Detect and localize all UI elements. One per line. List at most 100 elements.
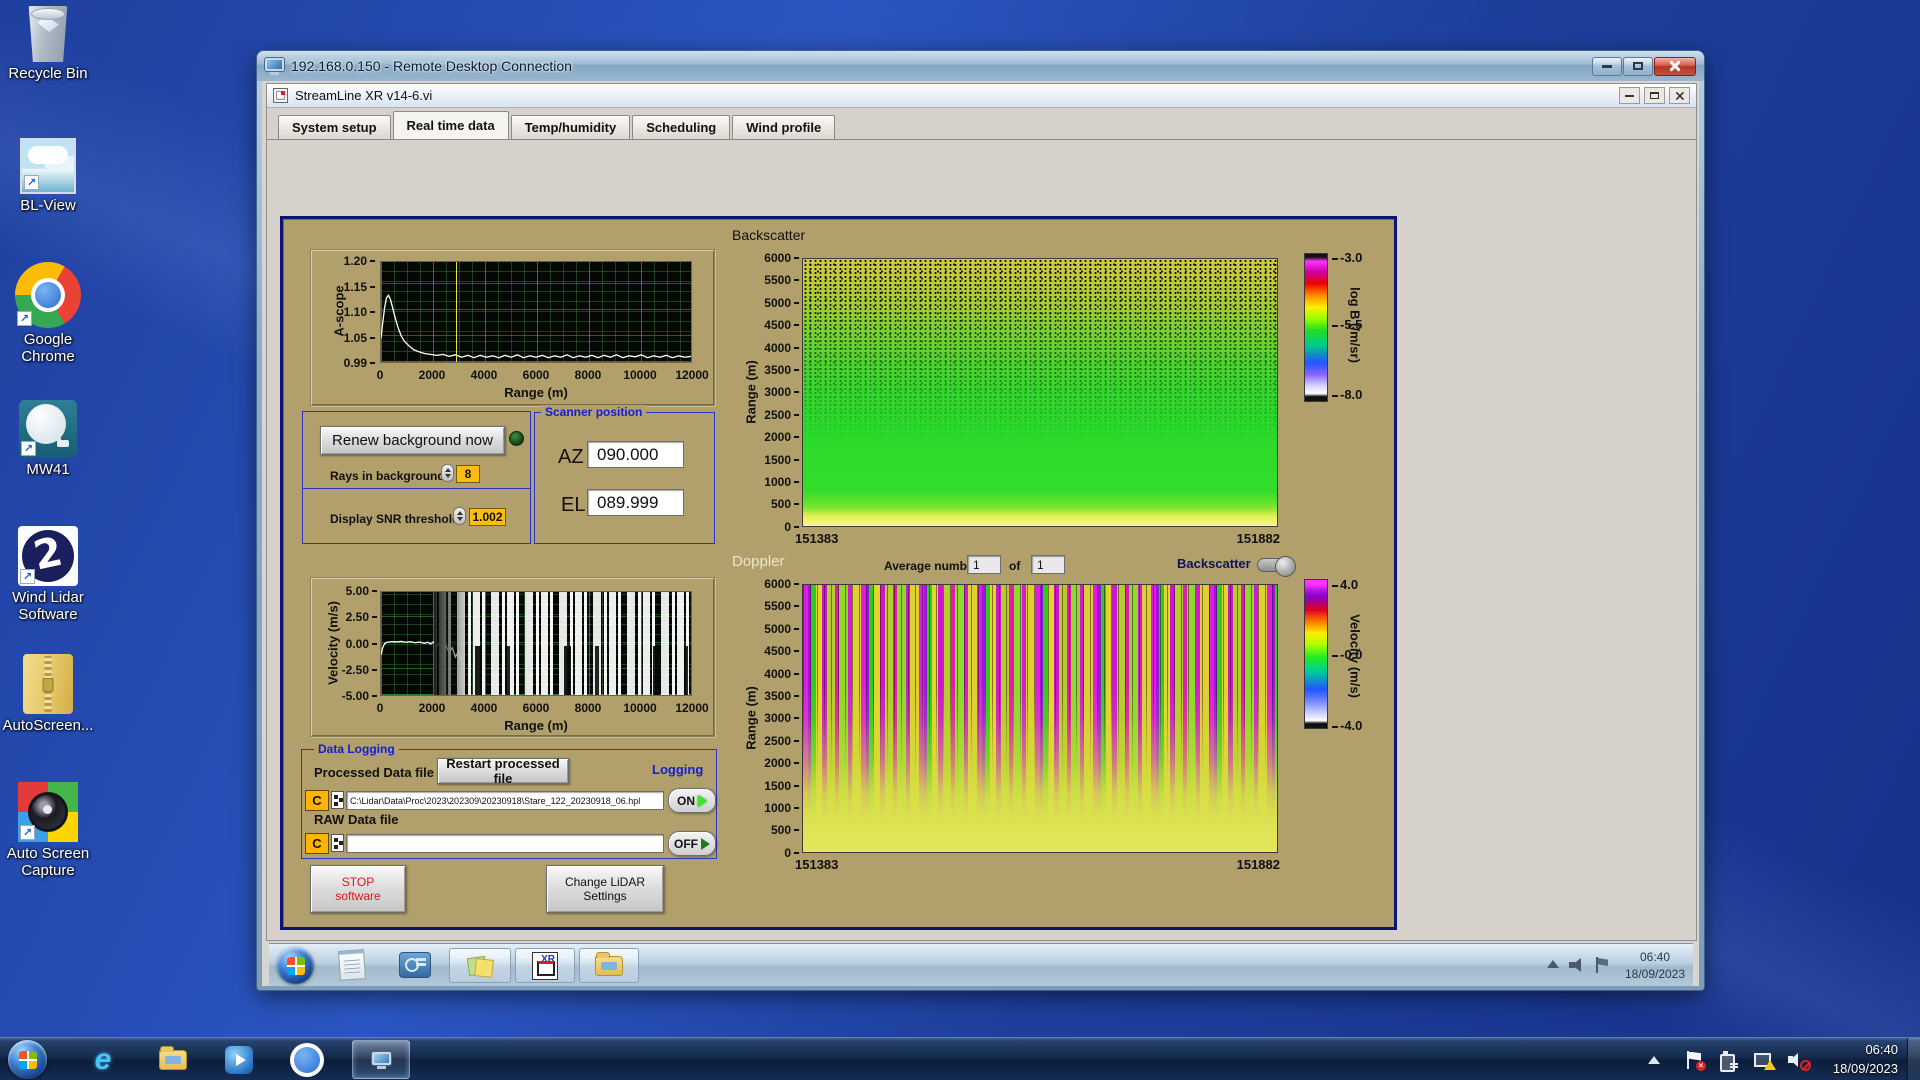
vi-file-icon — [273, 88, 288, 103]
taskbar-button-rdp-active[interactable] — [352, 1040, 410, 1079]
x-tick: 6000 — [522, 701, 550, 715]
rays-value[interactable]: 8 — [456, 465, 480, 483]
remote-desktop-view: StreamLine XR v14-6.vi System setup Real… — [262, 81, 1699, 986]
maximize-button[interactable] — [1623, 56, 1653, 76]
labview-xr-icon: XR — [532, 951, 558, 980]
desktop-icon-wind-lidar[interactable]: ↗ Wind Lidar Software — [0, 526, 96, 624]
x-tick: 0 — [376, 368, 384, 382]
desktop-icon-autoscreen-zip[interactable]: AutoScreen... — [0, 654, 96, 734]
app-titlebar[interactable]: StreamLine XR v14-6.vi — [267, 84, 1696, 108]
renew-background-button[interactable]: Renew background now — [320, 426, 505, 455]
tab-temp-humidity[interactable]: Temp/humidity — [510, 115, 631, 139]
drive-badge[interactable]: C — [305, 833, 329, 854]
volume-icon[interactable] — [1569, 958, 1585, 972]
action-center-flag-icon[interactable] — [1595, 957, 1609, 973]
processed-path-field[interactable]: C:\Lidar\Data\Proc\2023\202309\20230918\… — [346, 791, 664, 810]
action-center-flag[interactable]: × — [1686, 1038, 1706, 1080]
volume-muted-icon[interactable] — [1788, 1038, 1811, 1080]
taskbar-button-notes[interactable] — [449, 948, 511, 983]
el-label: EL — [561, 494, 586, 516]
file-explorer-icon[interactable] — [156, 1044, 190, 1076]
show-desktop-button[interactable] — [1907, 1038, 1920, 1080]
average-of-field[interactable]: 1 — [1031, 555, 1065, 574]
folder-icon — [595, 951, 623, 976]
ascope-plot — [380, 261, 692, 363]
auto-screen-capture-icon: ↗ — [18, 782, 78, 842]
processed-logging-on-button[interactable]: ON — [668, 788, 716, 813]
background-controls-group: Renew background now Rays in background … — [302, 411, 531, 544]
desktop-icon-google-chrome[interactable]: ↗ Google Chrome — [0, 262, 96, 366]
y-tick: 2.50 — [346, 610, 377, 624]
desktop-icon-auto-screen-capture[interactable]: ↗ Auto Screen Capture — [0, 782, 96, 880]
on-label: ON — [677, 793, 695, 808]
snr-spinner[interactable] — [453, 507, 466, 525]
off-label: OFF — [674, 836, 698, 851]
desktop-icon-recycle-bin[interactable]: Recycle Bin — [0, 6, 96, 82]
network-warning-icon[interactable] — [1754, 1038, 1776, 1080]
y-tick: 6000 — [764, 251, 799, 265]
remote-clock[interactable]: 06:40 18/09/2023 — [1621, 949, 1689, 984]
el-field[interactable]: 089.999 — [587, 489, 684, 516]
tab-wind-profile[interactable]: Wind profile — [732, 115, 836, 139]
rdp-titlebar[interactable]: 192.168.0.150 - Remote Desktop Connectio… — [257, 51, 1704, 81]
media-player-icon[interactable] — [222, 1044, 256, 1076]
tray-expand-icon[interactable] — [1547, 960, 1559, 968]
y-tick: 4000 — [764, 667, 799, 681]
taskbar-clock[interactable]: 06:40 18/09/2023 — [1808, 1041, 1898, 1079]
close-button[interactable] — [1654, 56, 1696, 76]
close-button[interactable] — [1669, 87, 1690, 104]
tab-system-setup[interactable]: System setup — [278, 115, 391, 139]
velocity-plot — [380, 591, 692, 696]
doppler-x-start: 151383 — [795, 857, 839, 872]
taskbar-button-streamline[interactable]: XR — [515, 948, 575, 983]
backscatter-title: Backscatter — [732, 227, 806, 243]
chrome-taskbar-icon[interactable] — [290, 1044, 324, 1076]
taskbar-button-explorer[interactable] — [579, 948, 639, 983]
backscatter-toggle[interactable] — [1257, 556, 1296, 577]
tab-scheduling[interactable]: Scheduling — [632, 115, 731, 139]
minimize-button[interactable] — [1592, 56, 1622, 76]
power-icon[interactable] — [1718, 1038, 1738, 1080]
windows-taskbar: e × 06:40 18/09/2023 — [0, 1037, 1920, 1080]
snr-value[interactable]: 1.002 — [469, 508, 506, 526]
control-panel-icon[interactable] — [399, 952, 431, 978]
az-field[interactable]: 090.000 — [587, 441, 684, 468]
change-lidar-settings-button[interactable]: Change LiDAR Settings — [546, 865, 664, 913]
desktop-icon-bl-view[interactable]: ↗ BL-View — [0, 138, 96, 214]
renew-led-indicator — [509, 431, 524, 446]
desktop-icon-label: BL-View — [20, 197, 76, 214]
plot-cursor[interactable] — [456, 262, 457, 362]
data-logging-title: Data Logging — [314, 742, 399, 756]
x-tick: 6000 — [522, 368, 550, 382]
internet-explorer-icon[interactable]: e — [86, 1043, 120, 1076]
x-tick: 8000 — [574, 701, 602, 715]
doppler-colorbar — [1304, 579, 1328, 729]
doppler-title: Doppler — [732, 553, 785, 570]
rays-in-background-label: Rays in background — [330, 469, 445, 483]
rays-spinner[interactable] — [441, 464, 454, 482]
stop-software-button[interactable]: STOP software — [310, 865, 406, 913]
error-badge-icon: × — [1696, 1060, 1706, 1071]
raw-path-field[interactable] — [346, 834, 664, 853]
tray-expand[interactable] — [1648, 1038, 1660, 1080]
y-tick: 2500 — [764, 408, 799, 422]
drive-badge[interactable]: C — [305, 790, 329, 811]
desktop-icon-mw41[interactable]: ↗ MW41 — [0, 400, 96, 478]
y-tick: 4500 — [764, 644, 799, 658]
start-button[interactable] — [8, 1040, 47, 1079]
minimize-button[interactable] — [1619, 87, 1640, 104]
processed-data-file-label: Processed Data file — [314, 765, 434, 780]
group-divider — [303, 488, 530, 489]
restart-processed-file-button[interactable]: Restart processed file — [437, 756, 569, 786]
y-tick: 1500 — [764, 779, 799, 793]
restore-button[interactable] — [1644, 87, 1665, 104]
rdp-window-title: 192.168.0.150 - Remote Desktop Connectio… — [291, 58, 572, 74]
remote-clock-date: 18/09/2023 — [1624, 967, 1686, 982]
start-button[interactable] — [277, 947, 314, 984]
notepad-icon[interactable] — [337, 949, 367, 981]
raw-logging-off-button[interactable]: OFF — [668, 831, 716, 856]
x-tick: 4000 — [470, 701, 498, 715]
y-tick: 500 — [771, 823, 799, 837]
average-number-field[interactable]: 1 — [967, 555, 1001, 574]
tab-real-time-data[interactable]: Real time data — [392, 111, 509, 139]
